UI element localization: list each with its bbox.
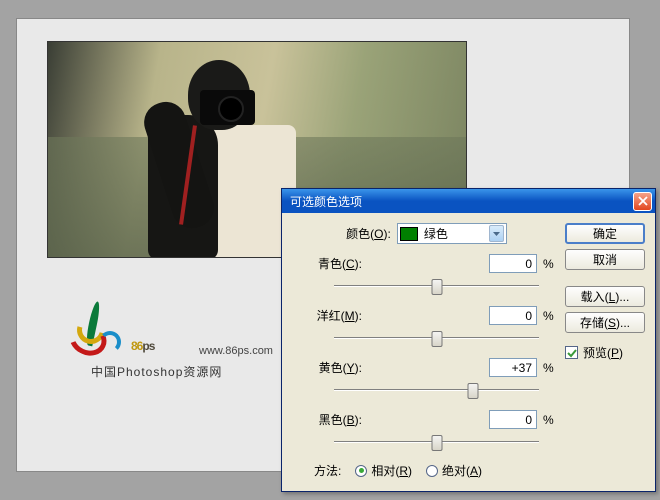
color-value: 绿色	[424, 225, 489, 242]
watermark-logo: 86ps www.86ps.com 中国Photoshop资源网	[59, 301, 269, 411]
method-relative-radio[interactable]: 相对(R)	[355, 462, 412, 479]
radio-icon	[426, 465, 438, 477]
preview-checkbox[interactable]: 预览(P)	[565, 344, 645, 361]
black-input[interactable]	[489, 410, 537, 429]
document-canvas: 86ps www.86ps.com 中国Photoshop资源网 可选颜色选项 …	[16, 18, 630, 472]
cyan-input[interactable]	[489, 254, 537, 273]
method-label: 方法:	[314, 462, 341, 479]
selective-color-dialog: 可选颜色选项 颜色(O): 绿色	[281, 188, 656, 492]
dialog-titlebar[interactable]: 可选颜色选项	[282, 189, 655, 213]
ok-button[interactable]: 确定	[565, 223, 645, 244]
save-button[interactable]: 存储(S)...	[565, 312, 645, 333]
yellow-slider[interactable]	[334, 382, 539, 398]
percent-label: %	[543, 257, 557, 271]
cancel-button[interactable]: 取消	[565, 249, 645, 270]
yellow-label: 黄色(Y):	[296, 359, 362, 376]
cyan-slider[interactable]	[334, 278, 539, 294]
black-label: 黑色(B):	[296, 411, 362, 428]
magenta-label: 洋红(M):	[296, 307, 362, 324]
load-button[interactable]: 载入(L)...	[565, 286, 645, 307]
color-dropdown[interactable]: 绿色	[397, 223, 507, 244]
close-button[interactable]	[633, 192, 652, 211]
color-label: 颜色(O):	[346, 225, 391, 242]
method-absolute-radio[interactable]: 绝对(A)	[426, 462, 482, 479]
dialog-title: 可选颜色选项	[290, 193, 633, 210]
chevron-down-icon	[489, 225, 504, 242]
black-slider[interactable]	[334, 434, 539, 450]
color-swatch-icon	[400, 227, 418, 241]
magenta-input[interactable]	[489, 306, 537, 325]
magenta-slider[interactable]	[334, 330, 539, 346]
cyan-label: 青色(C):	[296, 255, 362, 272]
checkbox-icon	[565, 346, 578, 359]
radio-icon	[355, 465, 367, 477]
yellow-input[interactable]	[489, 358, 537, 377]
